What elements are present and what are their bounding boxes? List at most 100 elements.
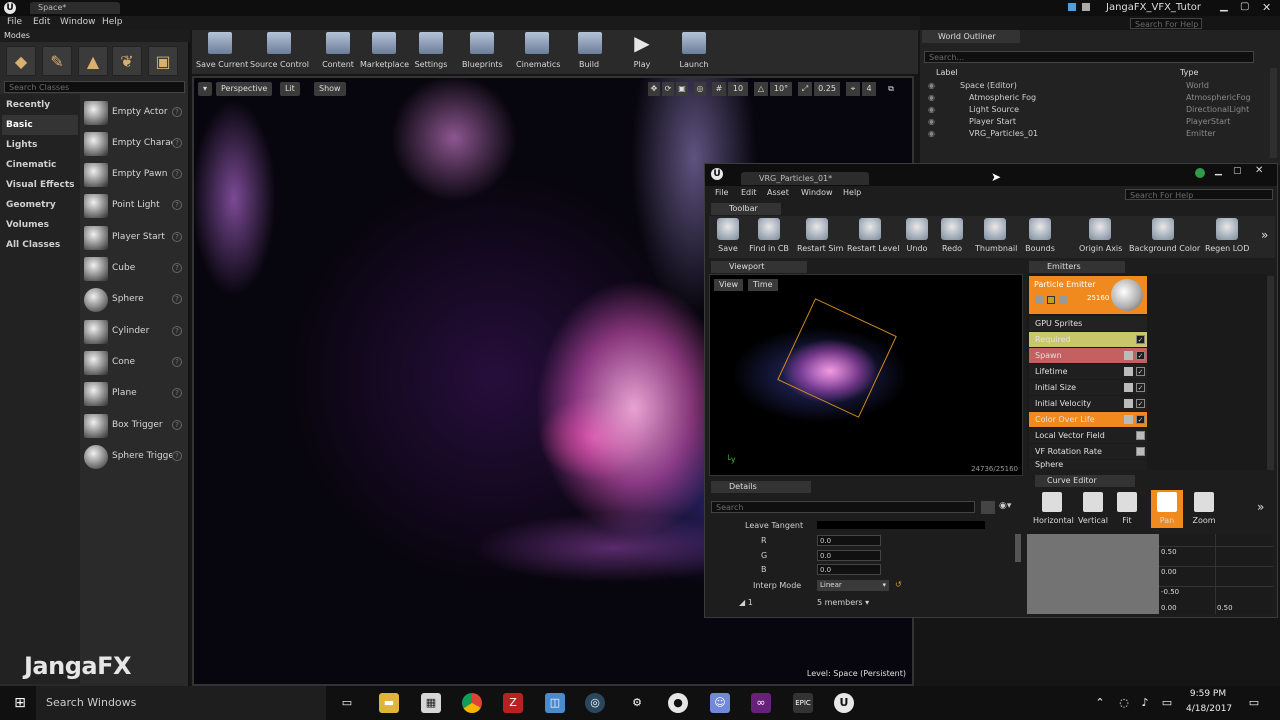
windows-start-icon[interactable]: ⊞	[10, 693, 30, 713]
module-color-over-life[interactable]: Color Over Life ✓	[1029, 412, 1147, 427]
discord-icon[interactable]: ☺	[710, 693, 730, 713]
help-icon[interactable]: ?	[172, 107, 182, 117]
b-input[interactable]: 0.0	[817, 564, 881, 575]
save-current-button[interactable]: Save Current	[196, 32, 248, 72]
notification-icon[interactable]	[1068, 3, 1076, 11]
place-item-empty-character[interactable]: Empty Charact?	[82, 130, 188, 158]
details-grid-view-icon[interactable]	[981, 501, 995, 514]
outliner-scrollbar[interactable]	[1270, 68, 1277, 158]
origin-axis-button[interactable]: Origin Axis	[1079, 218, 1122, 258]
bounds-button[interactable]: Bounds	[1025, 218, 1055, 258]
find-in-cb-button[interactable]: Find in CB	[749, 218, 789, 258]
thumbnail-button[interactable]: Thumbnail	[975, 218, 1017, 258]
module-lifetime[interactable]: Lifetime ✓	[1029, 364, 1147, 379]
emitter-enable-icon[interactable]	[1035, 296, 1043, 304]
menu-window[interactable]: Window	[60, 17, 96, 27]
app-icon[interactable]: ◫	[545, 693, 565, 713]
column-type-header[interactable]: Type	[1180, 68, 1198, 77]
search-help-input[interactable]: Search For Help	[1130, 18, 1202, 29]
toolbar-overflow-icon[interactable]: »	[1261, 228, 1268, 242]
github-icon[interactable]: ●	[668, 693, 688, 713]
leave-tangent-label[interactable]: Leave Tangent	[745, 521, 803, 530]
build-button[interactable]: Build	[578, 32, 602, 72]
view-button[interactable]: View	[714, 279, 743, 291]
column-label-header[interactable]: Label	[936, 68, 958, 77]
category-recently-placed[interactable]: Recently Placed	[2, 95, 78, 130]
module-local-vector-field[interactable]: Local Vector Field	[1029, 428, 1147, 443]
level-tab[interactable]: Space*	[30, 2, 120, 14]
search-classes-input[interactable]: Search Classes	[4, 81, 185, 93]
cinematics-button[interactable]: Cinematics	[516, 32, 560, 72]
help-icon[interactable]: ?	[172, 200, 182, 210]
task-view-icon[interactable]: ▭	[337, 693, 357, 713]
outliner-search-input[interactable]: Search...	[924, 51, 1254, 63]
place-item-box-trigger[interactable]: Box Trigger?	[82, 412, 188, 440]
paint-mode-icon[interactable]: ✎	[42, 46, 72, 76]
curve-zoom-button[interactable]: Zoom	[1187, 490, 1221, 528]
background-color-button[interactable]: Background Color	[1129, 218, 1200, 258]
settings-gear-icon[interactable]: ⚙	[627, 693, 647, 713]
interp-mode-select[interactable]: Linear ▾	[817, 580, 889, 591]
maximize-icon[interactable]: ▢	[1240, 1, 1254, 13]
cascade-menu-help[interactable]: Help	[843, 188, 861, 197]
place-item-empty-pawn[interactable]: Empty Pawn?	[82, 161, 188, 189]
help-icon[interactable]: ?	[172, 263, 182, 273]
details-visibility-icon[interactable]: ◉▾	[999, 501, 1019, 514]
category-geometry[interactable]: Geometry	[2, 195, 78, 215]
module-required[interactable]: Required ✓	[1029, 332, 1147, 347]
taskbar-search-box[interactable]: Search Windows	[36, 686, 326, 720]
maximize-icon[interactable]: ▢	[1233, 166, 1242, 176]
module-vf-rotation-rate[interactable]: VF Rotation Rate	[1029, 444, 1147, 459]
menu-edit[interactable]: Edit	[33, 17, 50, 27]
checkbox-icon[interactable]: ✓	[1136, 415, 1145, 424]
help-icon[interactable]: ?	[172, 388, 182, 398]
keyboard-icon[interactable]: ▭	[1160, 693, 1174, 713]
category-cinematic[interactable]: Cinematic	[2, 155, 78, 175]
graph-toggle-icon[interactable]	[1124, 367, 1133, 376]
restart-sim-button[interactable]: Restart Sim	[797, 218, 843, 258]
show-button[interactable]: Show	[314, 82, 346, 96]
chevron-down-icon[interactable]: ▾	[863, 598, 869, 607]
help-icon[interactable]: ?	[172, 169, 182, 179]
minimize-icon[interactable]: ▁	[1220, 1, 1234, 13]
filezilla-icon[interactable]: Z	[503, 693, 523, 713]
module-spawn[interactable]: Spawn ✓	[1029, 348, 1147, 363]
blueprints-button[interactable]: Blueprints	[462, 32, 503, 72]
translate-icon[interactable]: ✥	[648, 82, 660, 96]
viewport-tab[interactable]: Viewport	[711, 261, 807, 273]
emitter-solo-icon[interactable]	[1047, 296, 1055, 304]
clock-time[interactable]: 9:59 PM	[1186, 689, 1230, 699]
time-button[interactable]: Time	[748, 279, 778, 291]
modes-tab[interactable]: Modes	[0, 30, 190, 42]
eye-icon[interactable]: ◉	[928, 129, 935, 138]
category-all-classes[interactable]: All Classes	[2, 235, 78, 255]
category-lights[interactable]: Lights	[2, 135, 78, 155]
place-item-cylinder[interactable]: Cylinder?	[82, 318, 188, 346]
toolbar-tab[interactable]: Toolbar	[711, 203, 781, 215]
checkbox-icon[interactable]: ✓	[1136, 399, 1145, 408]
emitter-header[interactable]: Particle Emitter 25160	[1029, 276, 1147, 314]
outliner-row[interactable]: ◉ Atmospheric Fog AtmosphericFog	[928, 93, 1268, 105]
graph-toggle-icon[interactable]	[1124, 399, 1133, 408]
curve-graph[interactable]: 0.50 0.00 -0.50 0.00 0.50	[1159, 534, 1273, 614]
volume-icon[interactable]: ♪	[1138, 693, 1152, 713]
unreal-editor-icon[interactable]: U	[834, 693, 854, 713]
help-icon[interactable]: ?	[172, 420, 182, 430]
category-volumes[interactable]: Volumes	[2, 215, 78, 235]
rotation-snap-value[interactable]: 10°	[770, 82, 792, 96]
r-input[interactable]: 0.0	[817, 535, 881, 546]
curve-editor-tab[interactable]: Curve Editor	[1035, 475, 1135, 487]
network-icon[interactable]: ◌	[1117, 693, 1131, 713]
file-explorer-icon[interactable]: ▬	[379, 693, 399, 713]
help-icon[interactable]: ?	[172, 138, 182, 148]
emitter-type-row[interactable]: GPU Sprites	[1029, 316, 1147, 331]
rotate-icon[interactable]: ⟳	[662, 82, 674, 96]
eye-icon[interactable]: ◉	[928, 117, 935, 126]
place-mode-icon[interactable]: ◆	[6, 46, 36, 76]
cascade-save-button[interactable]: Save	[715, 218, 741, 258]
details-search-input[interactable]: Search	[711, 501, 975, 513]
emitter-render-icon[interactable]	[1059, 296, 1067, 304]
perspective-button[interactable]: Perspective	[216, 82, 273, 96]
module-initial-size[interactable]: Initial Size ✓	[1029, 380, 1147, 395]
world-icon[interactable]: ◎	[694, 82, 706, 96]
